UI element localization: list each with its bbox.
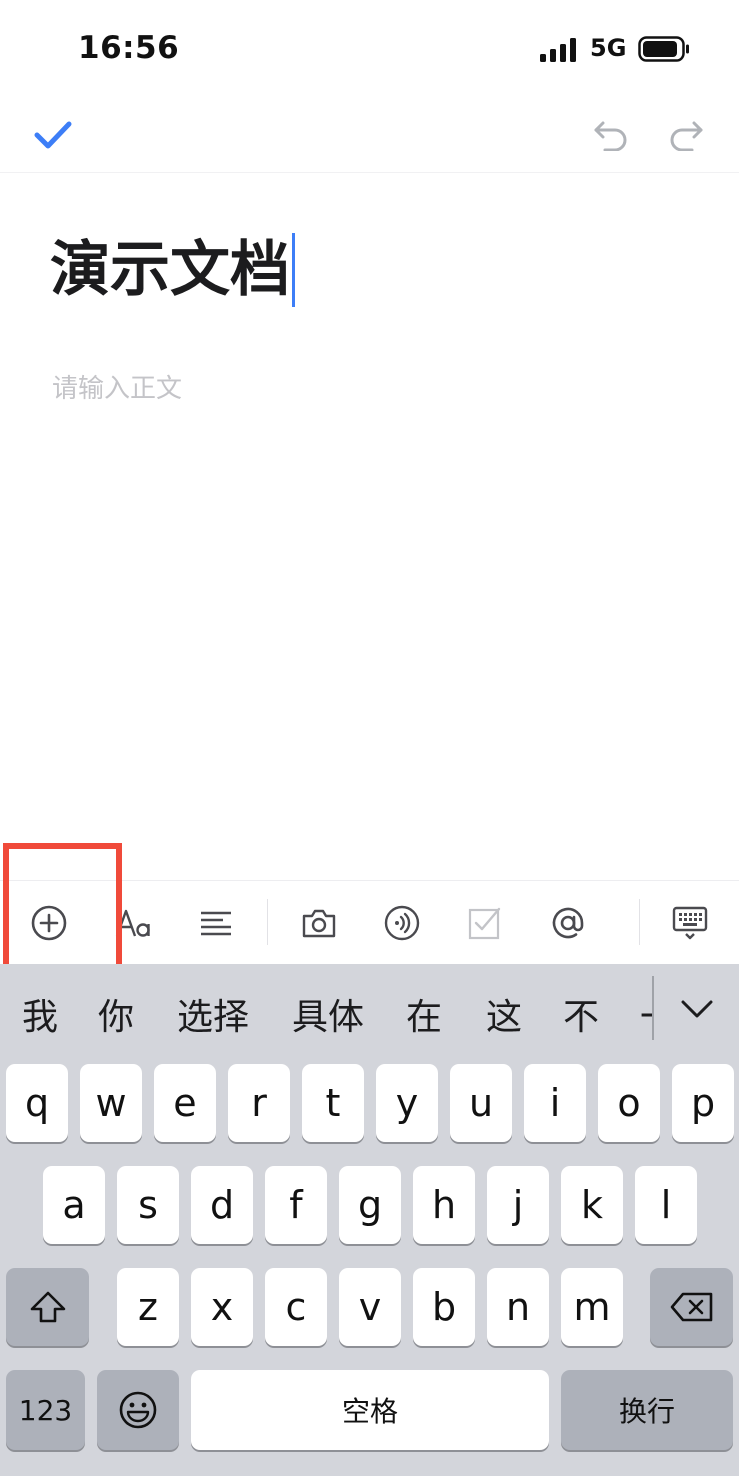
checklist-button[interactable] (453, 881, 517, 965)
candidate-item[interactable]: 具体 (292, 988, 364, 1040)
candidate-divider (652, 976, 654, 1040)
key-e[interactable]: e (154, 1064, 216, 1142)
redo-icon (670, 121, 703, 151)
numbers-key[interactable]: 123 (6, 1370, 85, 1450)
expand-candidates-button[interactable] (672, 984, 722, 1034)
candidate-item[interactable]: 一 (640, 988, 652, 1040)
status-bar: 16:56 5G (0, 0, 739, 100)
key-v[interactable]: v (339, 1268, 401, 1346)
voice-icon (384, 905, 420, 941)
hide-keyboard-button[interactable] (658, 881, 722, 965)
done-button[interactable] (28, 110, 78, 160)
candidate-bar: 我 你 选择 具体 在 这 不 一 (0, 964, 739, 1060)
key-l[interactable]: l (635, 1166, 697, 1244)
key-g[interactable]: g (339, 1166, 401, 1244)
redo-button[interactable] (661, 110, 711, 160)
undo-icon (594, 121, 627, 151)
space-key-label: 空格 (341, 1395, 398, 1428)
editor-top-bar (0, 100, 739, 173)
candidate-item[interactable]: 我 (22, 988, 58, 1040)
text-caret (292, 233, 295, 307)
key-u[interactable]: u (450, 1064, 512, 1142)
toolbar-divider (267, 899, 268, 945)
key-x[interactable]: x (191, 1268, 253, 1346)
key-d[interactable]: d (191, 1166, 253, 1244)
checkmark-icon (34, 121, 72, 149)
key-f[interactable]: f (265, 1166, 327, 1244)
document-body-input[interactable]: 请输入正文 (52, 368, 182, 405)
voice-button[interactable] (370, 881, 434, 965)
chevron-down-icon (681, 1000, 713, 1018)
key-h[interactable]: h (413, 1166, 475, 1244)
numbers-key-label: 123 (18, 1393, 73, 1427)
key-o[interactable]: o (598, 1064, 660, 1142)
key-m[interactable]: m (561, 1268, 623, 1346)
checkbox-icon (468, 907, 501, 940)
key-t[interactable]: t (302, 1064, 364, 1142)
delete-key[interactable] (650, 1268, 733, 1346)
key-z[interactable]: z (117, 1268, 179, 1346)
camera-button[interactable] (287, 881, 351, 965)
mention-icon (552, 907, 584, 939)
key-b[interactable]: b (413, 1268, 475, 1346)
document-title-text: 演示文档 (50, 235, 290, 305)
camera-icon (302, 909, 336, 938)
align-button[interactable] (184, 881, 248, 965)
shift-key[interactable] (6, 1268, 89, 1346)
key-i[interactable]: i (524, 1064, 586, 1142)
candidate-item[interactable]: 在 (406, 988, 442, 1040)
highlight-box (3, 843, 122, 979)
backspace-icon (670, 1292, 712, 1322)
key-c[interactable]: c (265, 1268, 327, 1346)
shift-icon (30, 1291, 65, 1323)
key-s[interactable]: s (117, 1166, 179, 1244)
key-y[interactable]: y (376, 1064, 438, 1142)
candidate-item[interactable]: 你 (98, 988, 134, 1040)
candidate-item[interactable]: 选择 (177, 988, 249, 1040)
key-w[interactable]: w (80, 1064, 142, 1142)
toolbar-divider (639, 899, 640, 945)
align-icon (201, 911, 231, 936)
status-time: 16:56 (78, 30, 180, 66)
key-q[interactable]: q (6, 1064, 68, 1142)
undo-button[interactable] (586, 110, 636, 160)
candidate-item[interactable]: 这 (486, 988, 522, 1040)
emoji-icon (119, 1391, 157, 1429)
key-r[interactable]: r (228, 1064, 290, 1142)
mention-button[interactable] (536, 881, 600, 965)
return-key-label: 换行 (618, 1395, 675, 1428)
candidate-overflow: 一 (638, 964, 652, 1060)
candidate-item[interactable]: 不 (563, 988, 599, 1040)
key-p[interactable]: p (672, 1064, 734, 1142)
keyboard: 我 你 选择 具体 在 这 不 一 q w e r t y u i o p a … (0, 964, 739, 1476)
return-key[interactable]: 换行 (561, 1370, 733, 1450)
keyboard-hide-icon (672, 906, 708, 940)
document-title[interactable]: 演示文档 (50, 230, 295, 310)
emoji-key[interactable] (97, 1370, 179, 1450)
space-key[interactable]: 空格 (191, 1370, 549, 1450)
signal-icon (540, 38, 576, 62)
key-n[interactable]: n (487, 1268, 549, 1346)
key-k[interactable]: k (561, 1166, 623, 1244)
network-type: 5G (590, 34, 627, 62)
battery-icon (638, 36, 689, 62)
key-a[interactable]: a (43, 1166, 105, 1244)
key-j[interactable]: j (487, 1166, 549, 1244)
